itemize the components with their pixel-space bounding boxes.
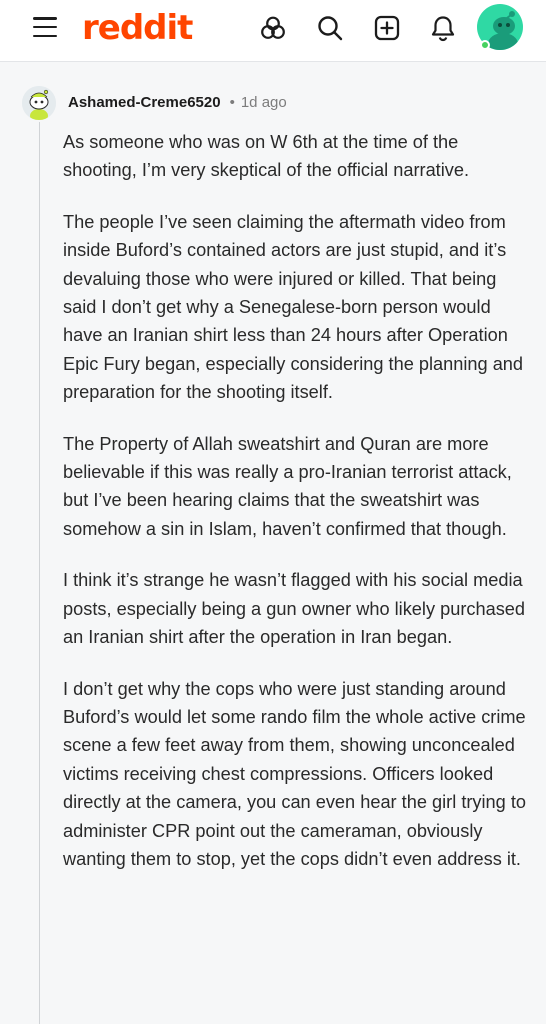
comment-meta: Ashamed-Creme6520 • 1d ago	[68, 92, 287, 112]
notifications-icon[interactable]	[429, 14, 457, 42]
user-avatar[interactable]	[477, 4, 525, 52]
commenter-avatar[interactable]	[22, 86, 56, 120]
menu-icon[interactable]	[33, 17, 57, 37]
comment-paragraph: As someone who was on W 6th at the time …	[63, 132, 470, 181]
create-post-icon[interactable]	[373, 14, 401, 42]
comment-paragraph: I think it’s strange he wasn’t flagged w…	[63, 570, 526, 648]
comment-username[interactable]: Ashamed-Creme6520	[68, 94, 221, 111]
top-app-bar: reddit	[0, 0, 546, 62]
reddit-logo[interactable]: reddit	[82, 8, 193, 48]
explore-icon[interactable]	[259, 14, 287, 42]
search-icon[interactable]	[316, 14, 344, 42]
comment-body: As someone who was on W 6th at the time …	[63, 128, 533, 896]
comment-paragraph: The people I’ve seen claiming the afterm…	[63, 211, 524, 403]
comment-paragraph: The Property of Allah sweatshirt and Qur…	[63, 433, 512, 539]
meta-separator: •	[229, 93, 235, 111]
thread-line[interactable]	[39, 122, 40, 1024]
comment-paragraph: I don’t get why the cops who were just s…	[63, 678, 527, 869]
comment-age: 1d ago	[240, 93, 287, 111]
online-status-dot	[480, 40, 490, 50]
